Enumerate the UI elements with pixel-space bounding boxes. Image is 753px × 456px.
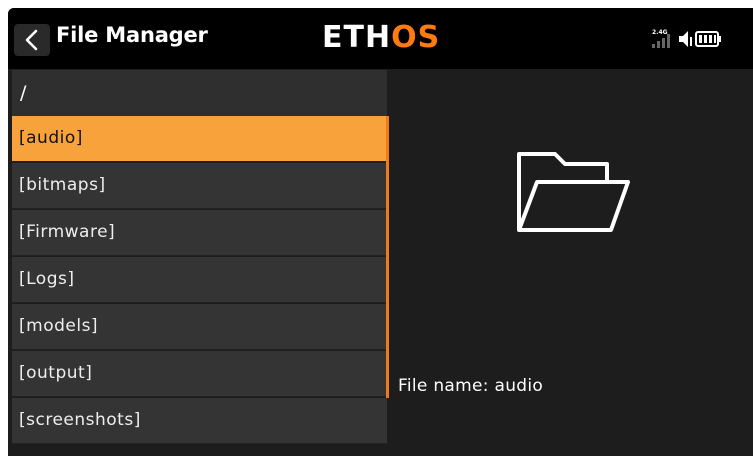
speaker-icon (679, 31, 692, 47)
chevron-left-icon (25, 29, 38, 51)
scrollbar[interactable] (386, 116, 389, 398)
page-title: File Manager (56, 23, 208, 47)
list-item-logs[interactable]: [Logs] (12, 257, 387, 303)
signal-strength-icon: 2.4G (652, 29, 670, 48)
list-item-bitmaps[interactable]: [bitmaps] (12, 163, 387, 209)
list-item-audio[interactable]: [audio] (12, 116, 387, 162)
radio-band-label: 2.4G (652, 29, 668, 36)
status-icons: 2.4G (652, 29, 721, 48)
battery-icon (695, 31, 721, 47)
file-name-label: File name: audio (398, 376, 544, 396)
list-item-models[interactable]: [models] (12, 304, 387, 350)
screen: File Manager ETHOS 2.4G / [audio] [bitma… (8, 8, 753, 456)
list-item-firmware[interactable]: [Firmware] (12, 210, 387, 256)
file-list: [audio] [bitmaps] [Firmware] [Logs] [mod… (12, 116, 387, 456)
list-item-screenshots[interactable]: [screenshots] (12, 398, 387, 444)
folder-icon (517, 152, 630, 232)
ethos-logo: ETHOS (322, 20, 441, 55)
current-path: / (12, 70, 387, 116)
title-bar: File Manager ETHOS 2.4G (8, 8, 753, 69)
list-item-output[interactable]: [output] (12, 351, 387, 397)
back-button[interactable] (14, 24, 50, 56)
